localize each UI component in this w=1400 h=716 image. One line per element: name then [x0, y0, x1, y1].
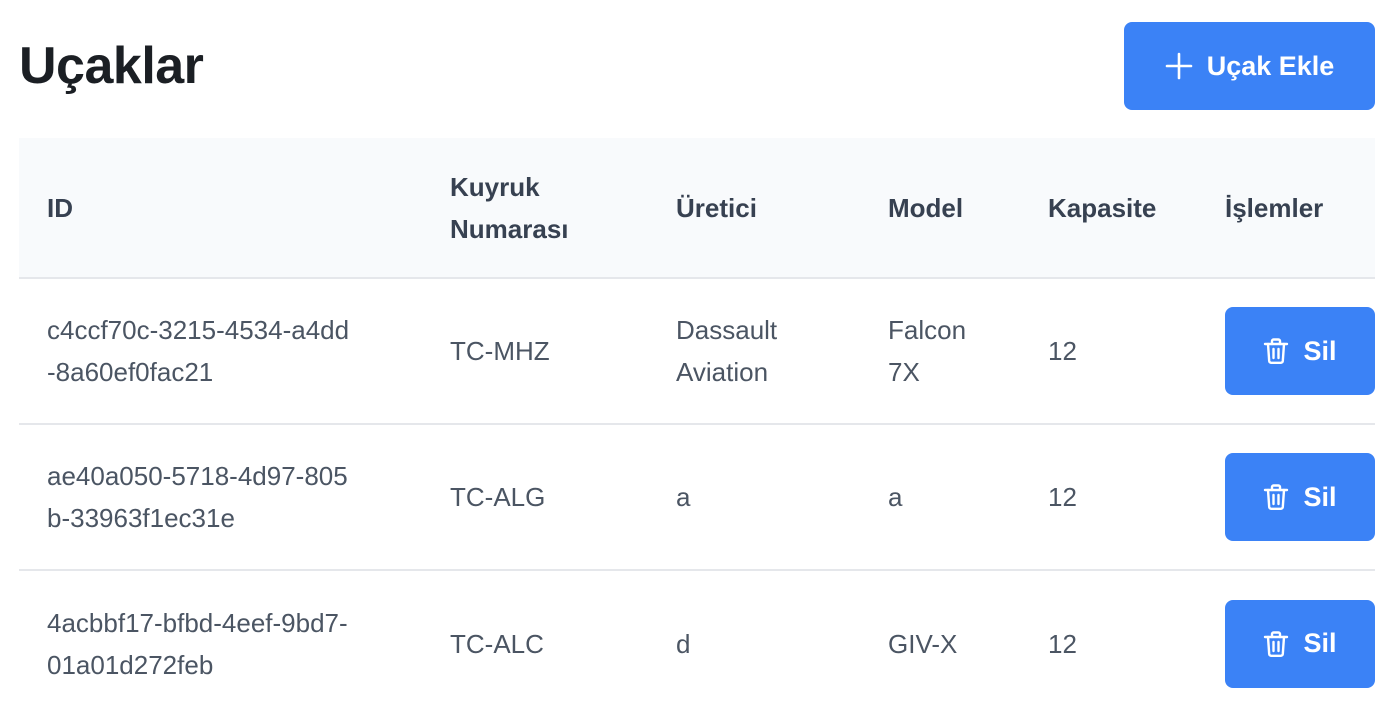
cell-model-text: GIV-X: [888, 628, 958, 659]
cell-capacity: 12: [1048, 336, 1077, 366]
column-header-tail-number: Kuyruk Numarası: [450, 138, 676, 278]
cell-model: a: [888, 424, 1048, 570]
table-row: c4ccf70c-3215-4534-a4dd-8a60ef0fac21 TC-…: [19, 278, 1375, 424]
cell-manufacturer: a: [676, 424, 888, 570]
cell-id-text: 4acbbf17-bfbd-4eef-9bd7-01a01d272feb: [47, 607, 348, 680]
cell-id-text: ae40a050-5718-4d97-805b-33963f1ec31e: [47, 461, 348, 533]
cell-model: Falcon 7X: [888, 278, 1048, 424]
cell-tail-number: TC-MHZ: [450, 336, 550, 366]
cell-actions: Sil: [1225, 278, 1375, 424]
table-row: 4acbbf17-bfbd-4eef-9bd7-01a01d272feb TC-…: [19, 570, 1375, 716]
cell-manufacturer-text: Dassault Aviation: [676, 315, 778, 387]
cell-tail-number: TC-ALC: [450, 628, 544, 659]
delete-label: Sil: [1303, 481, 1337, 512]
cell-model-text: a: [888, 482, 903, 512]
add-aircraft-button[interactable]: Uçak Ekle: [1124, 22, 1375, 110]
aircraft-table: ID Kuyruk Numarası Üretici Model Kapasit…: [19, 138, 1375, 716]
table-row: ae40a050-5718-4d97-805b-33963f1ec31e TC-…: [19, 424, 1375, 570]
delete-label: Sil: [1303, 335, 1337, 366]
cell-model-text: Falcon 7X: [888, 315, 967, 387]
trash-icon: [1263, 630, 1289, 658]
column-header-tail-number-text: Kuyruk Numarası: [450, 171, 569, 244]
delete-button[interactable]: Sil: [1225, 599, 1375, 688]
table-body: c4ccf70c-3215-4534-a4dd-8a60ef0fac21 TC-…: [19, 278, 1375, 716]
column-header-model: Model: [888, 192, 964, 223]
cell-actions: Sil: [1225, 424, 1375, 570]
cell-id-text: c4ccf70c-3215-4534-a4dd-8a60ef0fac21: [47, 315, 350, 387]
cell-actions: Sil: [1225, 570, 1375, 716]
delete-button[interactable]: Sil: [1225, 307, 1375, 395]
cell-manufacturer: Dassault Aviation: [676, 278, 888, 424]
add-aircraft-label: Uçak Ekle: [1206, 50, 1335, 81]
cell-manufacturer-text: d: [676, 628, 691, 659]
delete-button[interactable]: Sil: [1225, 453, 1375, 541]
cell-manufacturer-text: a: [676, 482, 691, 512]
table-header: ID Kuyruk Numarası Üretici Model Kapasit…: [19, 138, 1375, 278]
trash-icon: [1263, 337, 1289, 365]
column-header-id: ID: [47, 192, 73, 223]
column-header-manufacturer: Üretici: [676, 192, 757, 223]
cell-capacity: 12: [1048, 628, 1077, 659]
trash-icon: [1263, 483, 1289, 511]
cell-manufacturer: d: [676, 570, 888, 716]
plus-icon: [1165, 52, 1193, 80]
cell-model: GIV-X: [888, 570, 1048, 716]
column-header-capacity: Kapasite: [1048, 192, 1157, 223]
cell-tail-number: TC-ALG: [450, 482, 546, 512]
delete-label: Sil: [1303, 628, 1337, 658]
cell-id: c4ccf70c-3215-4534-a4dd-8a60ef0fac21: [19, 278, 450, 424]
cell-id: ae40a050-5718-4d97-805b-33963f1ec31e: [19, 424, 450, 570]
header-row: ID Kuyruk Numarası Üretici Model Kapasit…: [19, 138, 1375, 278]
page-title: Uçaklar: [19, 37, 204, 95]
cell-id: 4acbbf17-bfbd-4eef-9bd7-01a01d272feb: [19, 570, 450, 716]
column-header-actions: İşlemler: [1225, 192, 1324, 223]
cell-capacity: 12: [1048, 482, 1077, 512]
